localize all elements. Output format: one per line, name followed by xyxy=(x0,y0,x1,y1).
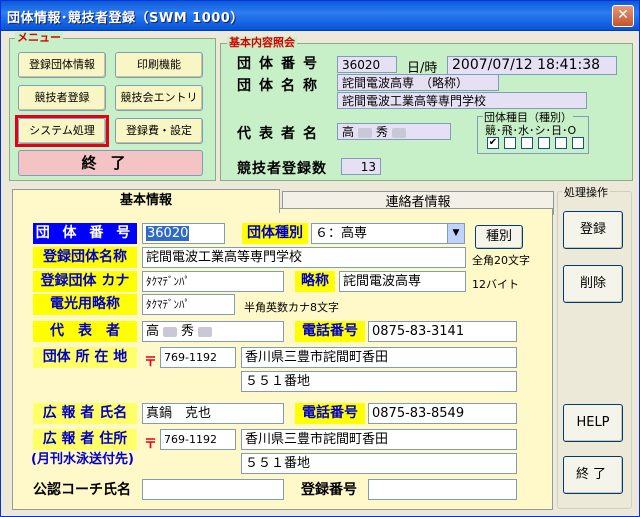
menu-fee-settings-button[interactable]: 登録費・設定 xyxy=(115,118,203,144)
reg-number-label: 登録番号 xyxy=(301,482,357,498)
category-check-6[interactable] xyxy=(572,137,584,149)
abbr-input[interactable]: 詫間電波高専 xyxy=(339,271,466,292)
pr-address1-input[interactable]: 香川県三豊市詫間町香田 xyxy=(241,429,517,450)
pr-phone-input[interactable]: 0875-83-8549 xyxy=(368,403,517,424)
redacted-mark xyxy=(392,127,407,138)
end-button[interactable]: 終了 xyxy=(563,456,623,494)
abbr-label: 略称 xyxy=(295,271,335,292)
category-check-2[interactable] xyxy=(504,137,516,149)
org-type-select[interactable]: ６：高専 ▼ xyxy=(311,223,465,244)
category-check-4[interactable] xyxy=(538,137,550,149)
ref-org-name-short: 詫間電波高専 （略称） xyxy=(337,74,499,91)
basic-ref-group-label: 基本内容照会 xyxy=(227,36,297,49)
menu-registered-org-button[interactable]: 登録団体情報 xyxy=(18,52,106,78)
rep-label: 代 表 者 xyxy=(33,321,137,342)
menu-competition-entry-button[interactable]: 競技会エントリー xyxy=(115,85,203,128)
reg-name-limit: 全角20文字 xyxy=(472,254,530,267)
delete-button[interactable]: 削除 xyxy=(563,265,623,303)
ref-athletes-count: 13 xyxy=(341,158,381,175)
category-names: 競･飛･水･シ･日･O xyxy=(485,124,577,137)
reg-kana-input[interactable]: ﾀｸﾏﾃﾞﾝﾊﾟ xyxy=(142,271,284,292)
redacted-mark xyxy=(198,326,213,337)
ref-org-name-full: 詫間電波工業高等専門学校 xyxy=(337,92,587,109)
org-number-input[interactable]: 36020 xyxy=(142,223,225,244)
register-button[interactable]: 登録 xyxy=(563,211,623,249)
zip-input[interactable]: 769-1192 xyxy=(160,347,236,368)
pr-address-label: 広 報 者 住所 xyxy=(33,429,137,450)
close-window-button[interactable]: ✕ xyxy=(612,5,634,27)
coach-label: 公認コーチ氏名 xyxy=(33,482,131,498)
org-number-value: 36020 xyxy=(146,226,190,241)
menu-group-label: メニュー xyxy=(15,31,63,44)
pr-name-input[interactable]: 真鍋 克也 xyxy=(142,403,284,424)
display-abbr-label: 電光用略称 xyxy=(33,294,137,315)
pr-zip-mark: 〒 xyxy=(144,437,158,452)
rep-first: 高 xyxy=(146,324,160,339)
window-title: 団体情報･競技者登録（SWM 1000） xyxy=(7,11,244,26)
menu-athlete-register-button[interactable]: 競技者登録 xyxy=(18,85,106,111)
category-check-3[interactable] xyxy=(521,137,533,149)
address2-input[interactable]: ５５１番地 xyxy=(241,371,517,392)
ref-rep-first: 高 xyxy=(342,125,355,139)
phone-input[interactable]: 0875-83-3141 xyxy=(368,321,517,342)
redacted-mark xyxy=(163,326,178,337)
pr-address2-input[interactable]: ５５１番地 xyxy=(241,453,517,474)
ref-rep-label: 代表者名 xyxy=(237,126,325,142)
menu-end-button[interactable]: 終了 xyxy=(18,150,203,176)
org-number-label: 団 体 番 号 xyxy=(33,223,137,244)
ref-rep-last: 秀 xyxy=(376,125,389,139)
title-bar: 団体情報･競技者登録（SWM 1000） ✕ xyxy=(1,1,639,31)
category-check-5[interactable] xyxy=(555,137,567,149)
display-abbr-input[interactable]: ﾀｸﾏﾃﾞﾝﾊﾟ xyxy=(142,294,235,315)
pr-zip-input[interactable]: 769-1192 xyxy=(160,429,236,450)
type-button[interactable]: 種別 xyxy=(475,225,523,249)
org-type-label: 団体種別 xyxy=(242,223,308,244)
display-abbr-limit: 半角英数カナ8文字 xyxy=(244,301,339,314)
pr-name-label: 広 報 者 氏名 xyxy=(33,403,137,424)
reg-name-label: 登録団体名称 xyxy=(33,247,137,268)
ref-org-number-field: 36020 xyxy=(337,56,397,73)
rep-input[interactable]: 高秀 xyxy=(142,321,284,342)
reg-name-input[interactable]: 詫間電波工業高等専門学校 xyxy=(142,247,466,268)
menu-print-button[interactable]: 印刷機能 xyxy=(115,52,203,78)
menu-system-button[interactable]: システム処理 xyxy=(18,118,106,144)
category-check-1[interactable]: ✔ xyxy=(487,137,499,149)
org-type-value: ６：高専 xyxy=(315,226,368,241)
ref-org-name-label: 団体名称 xyxy=(237,78,325,94)
address-label: 団体 所 在 地 xyxy=(33,347,137,368)
reg-kana-label: 登録団体 カナ xyxy=(33,271,137,292)
pr-address-sub: (月刊水泳送付先) xyxy=(31,452,134,467)
ref-athletes-label: 競技者登録数 xyxy=(237,161,327,177)
chevron-down-icon[interactable]: ▼ xyxy=(447,224,464,243)
ref-rep-field: 高秀 xyxy=(337,123,451,140)
tab-basic-info[interactable]: 基本情報 xyxy=(12,189,280,213)
help-button[interactable]: HELP xyxy=(563,404,623,442)
rep-last: 秀 xyxy=(181,324,195,339)
actions-label: 処理操作 xyxy=(562,184,610,200)
ref-org-number-label: 団体番号 xyxy=(237,56,325,72)
coach-input[interactable] xyxy=(142,479,284,500)
redacted-mark xyxy=(358,127,373,138)
address1-input[interactable]: 香川県三豊市詫間町香田 xyxy=(241,347,517,368)
zip-mark: 〒 xyxy=(144,355,158,370)
ref-datetime-field: 2007/07/12 18:41:38 xyxy=(447,56,617,75)
abbr-limit: 12バイト xyxy=(472,278,519,291)
phone-label: 電話番号 xyxy=(295,321,365,342)
app-window: 団体情報･競技者登録（SWM 1000） ✕ メニュー 登録団体情報 印刷機能 … xyxy=(0,0,640,517)
pr-phone-label: 電話番号 xyxy=(295,403,365,424)
reg-number-input[interactable] xyxy=(368,479,517,500)
